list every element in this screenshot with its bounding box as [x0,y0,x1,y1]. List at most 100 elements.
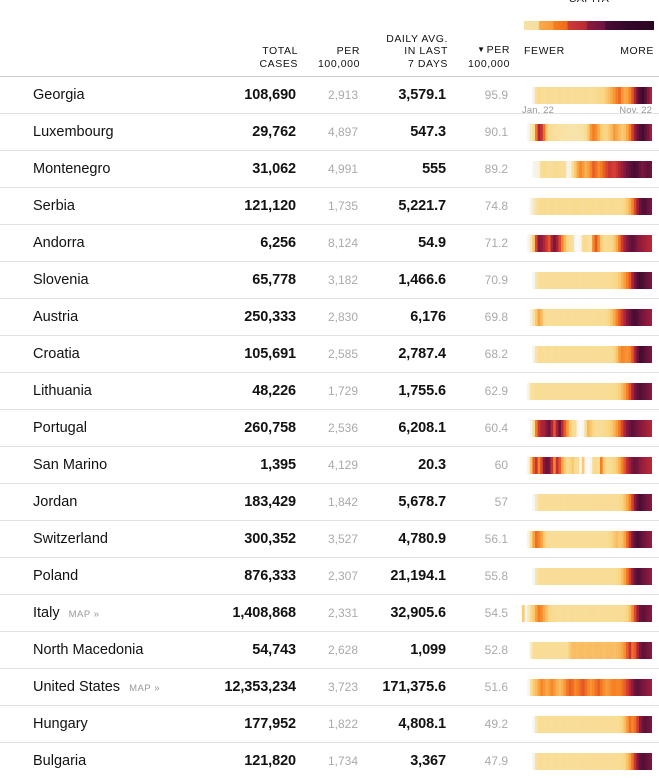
cell-per-100k: 1,729 [327,384,358,398]
table-body: Georgia 108,690 2,913 3,579.1 95.9 Jan. 22 Nov… [0,76,659,779]
table-row[interactable]: Luxembourg 29,762 4,897 547.3 90.1 [0,113,659,150]
table-row[interactable]: Bulgaria 121,820 1,734 3,367 47.9 [0,742,659,779]
cell-place[interactable]: Montenegro [0,161,200,177]
cell-per-100k: 2,628 [327,643,358,657]
cell-place[interactable]: Andorra [0,235,200,251]
cell-place[interactable]: Austria [0,309,200,325]
cell-daily-per-100k: 60 [494,458,508,472]
table-row[interactable]: Poland 876,333 2,307 21,194.1 55.8 [0,557,659,594]
table-row[interactable]: North Macedonia 54,743 2,628 1,099 52.8 [0,631,659,668]
legend-color-scale [524,20,654,30]
cell-sparkline [508,715,659,733]
cell-place[interactable]: Poland [0,568,200,584]
table-row[interactable]: Austria 250,333 2,830 6,176 69.8 [0,298,659,335]
cell-place[interactable]: North Macedonia [0,642,200,658]
weekly-cases-sparkline [522,641,652,659]
cell-total-cases: 876,333 [244,568,296,584]
cell-daily-per-100k: 90.1 [484,125,508,139]
cell-daily-avg: 1,099 [410,642,446,658]
cell-place[interactable]: United States MAP » [0,679,200,695]
sparkline-wrapper [522,752,652,770]
weekly-cases-sparkline [522,752,652,770]
column-header-per-100k[interactable]: PER 100,000 [300,45,360,70]
weekly-cases-sparkline [522,530,652,548]
table-row[interactable]: Andorra 6,256 8,124 54.9 71.2 [0,224,659,261]
cell-total-cases: 31,062 [252,161,296,177]
cell-place[interactable]: Lithuania [0,383,200,399]
cell-place[interactable]: Georgia [0,87,200,103]
weekly-cases-sparkline [522,308,652,326]
map-link[interactable]: MAP » [129,683,160,694]
cell-per-100k: 2,536 [327,421,358,435]
table-row[interactable]: Croatia 105,691 2,585 2,787.4 68.2 [0,335,659,372]
weekly-cases-sparkline [522,160,652,178]
cell-daily-per-100k: 49.2 [484,717,508,731]
sparkline-wrapper [522,567,652,585]
table-row[interactable]: Slovenia 65,778 3,182 1,466.6 70.9 [0,261,659,298]
sparkline-wrapper: Jan. 22 Nov. 22 [522,86,652,116]
table-row[interactable]: Hungary 177,952 1,822 4,808.1 49.2 [0,705,659,742]
weekly-cases-sparkline [522,456,652,474]
place-name: Luxembourg [33,124,114,140]
cell-daily-avg: 547.3 [410,124,446,140]
table-row[interactable]: United States MAP » 12,353,234 3,723 171,37… [0,668,659,705]
cell-place[interactable]: Luxembourg [0,124,200,140]
cell-place[interactable]: Switzerland [0,531,200,547]
cell-place[interactable]: Portugal [0,420,200,436]
place-name: Portugal [33,420,88,436]
cell-place[interactable]: Serbia [0,198,200,214]
place-name: Serbia [33,198,75,214]
table-row[interactable]: Georgia 108,690 2,913 3,579.1 95.9 Jan. 22 Nov… [0,76,659,116]
cell-place[interactable]: Croatia [0,346,200,362]
cell-total-cases: 177,952 [244,716,296,732]
cell-place[interactable]: Hungary [0,716,200,732]
table-row[interactable]: Lithuania 48,226 1,729 1,755.6 62.9 [0,372,659,409]
table-row[interactable]: San Marino 1,395 4,129 20.3 60 [0,446,659,483]
table-row[interactable]: Montenegro 31,062 4,991 555 89.2 [0,150,659,187]
sparkline-wrapper [522,123,652,141]
cell-daily-per-100k: 56.1 [484,532,508,546]
cell-total-cases: 105,691 [244,346,296,362]
column-header-daily-per-100k[interactable]: ▼PER 100,000 [448,44,510,70]
cell-place[interactable]: Jordan [0,494,200,510]
place-name: North Macedonia [33,642,144,658]
cell-sparkline [508,382,659,400]
cell-place[interactable]: San Marino [0,457,200,473]
weekly-cases-sparkline [522,715,652,733]
cell-daily-avg: 32,905.6 [390,605,446,621]
cell-total-cases: 12,353,234 [224,679,296,695]
cell-sparkline: Jan. 22 Nov. 22 [508,86,659,116]
sparkline-wrapper [522,271,652,289]
table-row[interactable]: Italy MAP » 1,408,868 2,331 32,905.6 54.5 [0,594,659,631]
cell-daily-per-100k: 69.8 [484,310,508,324]
cell-sparkline [508,160,659,178]
cell-daily-avg: 171,375.6 [382,679,446,695]
weekly-cases-sparkline [522,123,652,141]
cell-place[interactable]: Italy MAP » [0,605,200,621]
weekly-cases-sparkline [522,271,652,289]
cell-daily-avg: 5,221.7 [398,198,446,214]
column-header-weekly-cases-per-capita: WEEKLY CASES PER CAPITA FEWER MORE [510,0,659,70]
cell-total-cases: 300,352 [244,531,296,547]
column-header-total-cases[interactable]: TOTAL CASES [200,45,300,70]
table-row[interactable]: Jordan 183,429 1,842 5,678.7 57 [0,483,659,520]
cell-total-cases: 121,120 [244,198,296,214]
cell-place[interactable]: Bulgaria [0,753,200,769]
table-row[interactable]: Portugal 260,758 2,536 6,208.1 60.4 [0,409,659,446]
cell-per-100k: 1,842 [327,495,358,509]
cell-place[interactable]: Slovenia [0,272,200,288]
table-row[interactable]: Serbia 121,120 1,735 5,221.7 74.8 [0,187,659,224]
weekly-cases-sparkline [522,234,652,252]
place-name: Italy [33,605,60,621]
sparkline-wrapper [522,160,652,178]
cell-per-100k: 3,723 [327,680,358,694]
map-link[interactable]: MAP » [69,609,100,620]
table-row[interactable]: Switzerland 300,352 3,527 4,780.9 56.1 [0,520,659,557]
cell-daily-per-100k: 71.2 [484,236,508,250]
column-header-daily-avg[interactable]: DAILY AVG. IN LAST 7 DAYS [360,33,448,71]
weekly-cases-sparkline [522,345,652,363]
cell-total-cases: 1,395 [260,457,296,473]
cell-daily-avg: 1,466.6 [398,272,446,288]
cell-total-cases: 250,333 [244,309,296,325]
cell-sparkline [508,345,659,363]
